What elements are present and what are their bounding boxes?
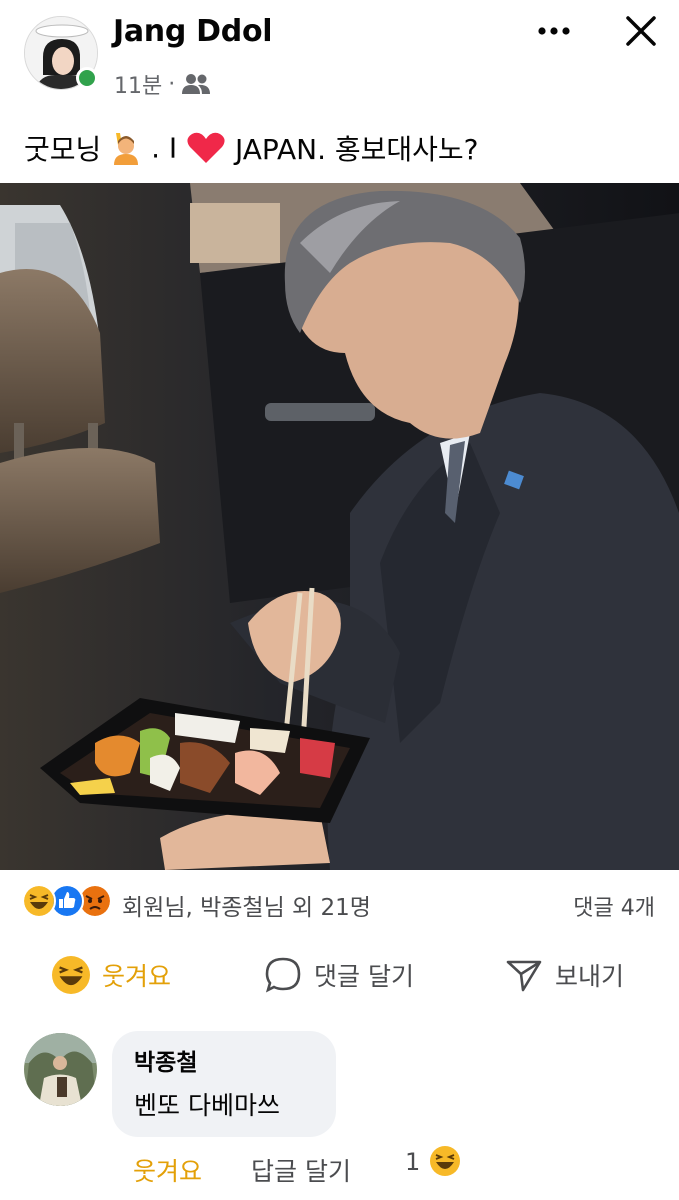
more-dots-icon [538,27,570,35]
haha-icon [52,956,90,994]
reaction-summary[interactable]: 회원님, 박종철님 외 21명 [122,888,371,922]
author-name[interactable]: Jang Ddol [113,14,273,49]
photo-man-eating-in-car [0,183,679,870]
share-button[interactable]: 보내기 [505,950,624,1000]
haha-reaction-button[interactable]: 웃겨요 [52,950,171,1000]
commenter-avatar[interactable] [24,1033,97,1106]
comment-text: 벤또 다베마쓰 [134,1091,280,1120]
comment-reaction-count[interactable]: 1 [405,1148,420,1176]
comment-bubble-icon [265,957,301,993]
post-caption: 굿모닝 . I JAPAN. 홍보대사노? [24,128,479,168]
comment-count[interactable]: 댓글 4개 [573,890,655,922]
post-photo[interactable] [0,183,679,870]
post-meta: 11분 · [114,68,211,100]
meta-separator: · [168,71,176,97]
haha-label: 웃겨요 [102,962,172,991]
caption-text-2: . I [151,131,178,165]
comment-button[interactable]: 댓글 달기 [264,950,414,1000]
red-heart-icon [187,132,225,163]
send-icon [506,960,542,992]
post-time[interactable]: 11분 [114,68,162,100]
close-button[interactable] [622,12,660,50]
caption-text-3: JAPAN. 홍보대사노? [234,133,479,166]
commenter-name[interactable]: 박종철 [134,1043,197,1077]
close-icon [626,16,656,46]
share-label: 보내기 [555,962,625,991]
more-options-button[interactable] [535,16,573,46]
friends-icon[interactable] [181,73,211,95]
reaction-icons[interactable] [22,884,112,918]
person-raising-hand-emoji-icon [114,133,139,165]
haha-icon [430,1146,460,1176]
caption-text-1: 굿모닝 [24,133,102,166]
commenter-avatar-image [24,1033,97,1106]
comment-label: 댓글 달기 [314,962,414,991]
online-status-dot [76,67,98,89]
comment-reply-button[interactable]: 답글 달기 [251,1152,351,1188]
haha-icon [22,884,56,918]
comment-haha-button[interactable]: 웃겨요 [133,1152,202,1188]
